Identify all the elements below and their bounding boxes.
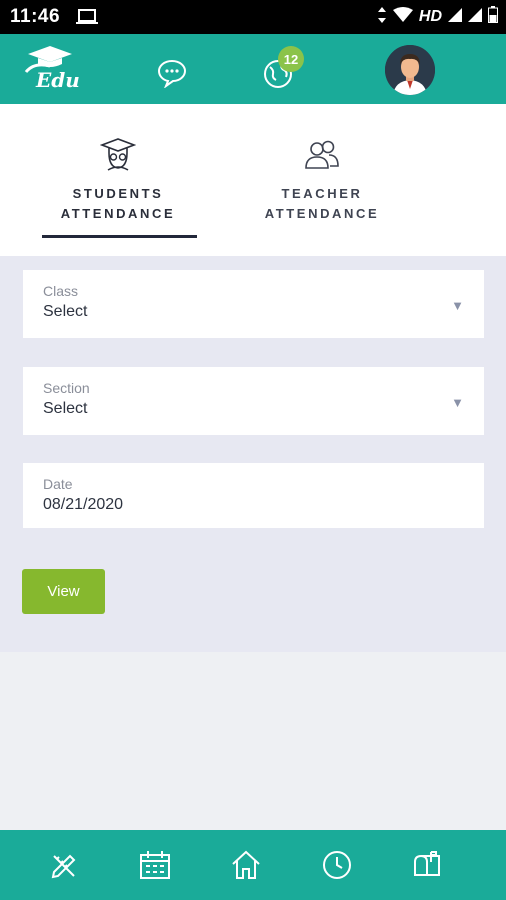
attendance-form: Class Select ▼ Section Select ▼ Date 08/… xyxy=(0,256,506,652)
user-avatar-image xyxy=(385,45,435,95)
network-type: HD xyxy=(418,8,442,25)
nav-clock[interactable] xyxy=(320,848,354,882)
content-empty-area xyxy=(0,652,506,830)
logo-text: Edu xyxy=(36,68,80,92)
status-bar: 11:46 HD xyxy=(0,0,506,34)
dropdown-arrow-icon: ▼ xyxy=(451,395,464,410)
active-tab-indicator xyxy=(42,235,197,238)
battery-icon xyxy=(488,6,498,28)
attendance-tabs: STUDENTS ATTENDANCE TEACHER ATTENDANCE xyxy=(0,104,506,256)
home-icon xyxy=(232,850,260,879)
status-time: 11:46 xyxy=(10,6,61,27)
nav-pencil-ruler[interactable] xyxy=(48,848,82,882)
section-select[interactable]: Section Select ▼ xyxy=(23,367,484,435)
data-arrows-icon xyxy=(377,6,387,28)
nav-mailbox[interactable] xyxy=(411,848,445,882)
date-label: Date xyxy=(43,476,73,492)
notification-badge: 12 xyxy=(278,46,304,72)
class-label: Class xyxy=(43,283,79,299)
chat-button[interactable] xyxy=(156,58,188,89)
section-value: Select xyxy=(43,400,88,417)
class-value: Select xyxy=(43,303,88,320)
nav-home[interactable] xyxy=(229,848,263,882)
laptop-icon xyxy=(76,9,99,25)
signal-icon xyxy=(448,7,462,27)
signal-icon-secondary xyxy=(468,7,482,27)
section-label: Section xyxy=(43,380,90,396)
bottom-navigation xyxy=(0,830,506,900)
class-select[interactable]: Class Select ▼ xyxy=(23,270,484,338)
wifi-icon xyxy=(392,6,413,28)
tab-students-label: STUDENTS ATTENDANCE xyxy=(60,186,176,221)
dropdown-arrow-icon: ▼ xyxy=(451,298,464,313)
tab-teacher-attendance[interactable]: TEACHER ATTENDANCE xyxy=(222,104,422,244)
app-header: Edu 12 xyxy=(0,34,506,104)
date-value: 08/21/2020 xyxy=(43,496,124,513)
clock-icon xyxy=(323,851,351,879)
mailbox-icon xyxy=(414,851,440,876)
date-field[interactable]: Date 08/21/2020 xyxy=(23,463,484,528)
chat-bubble-icon xyxy=(157,59,187,89)
tab-teacher-label: TEACHER ATTENDANCE xyxy=(264,186,380,221)
pencil-ruler-icon xyxy=(51,854,76,879)
tab-students-attendance[interactable]: STUDENTS ATTENDANCE xyxy=(18,104,218,244)
view-button[interactable]: View xyxy=(22,569,105,614)
nav-calendar[interactable] xyxy=(138,848,172,882)
teachers-group-icon xyxy=(305,140,339,169)
user-avatar[interactable] xyxy=(385,45,435,95)
student-graduate-icon xyxy=(100,138,136,171)
edu-logo[interactable]: Edu xyxy=(20,44,80,96)
calendar-icon xyxy=(140,851,170,879)
